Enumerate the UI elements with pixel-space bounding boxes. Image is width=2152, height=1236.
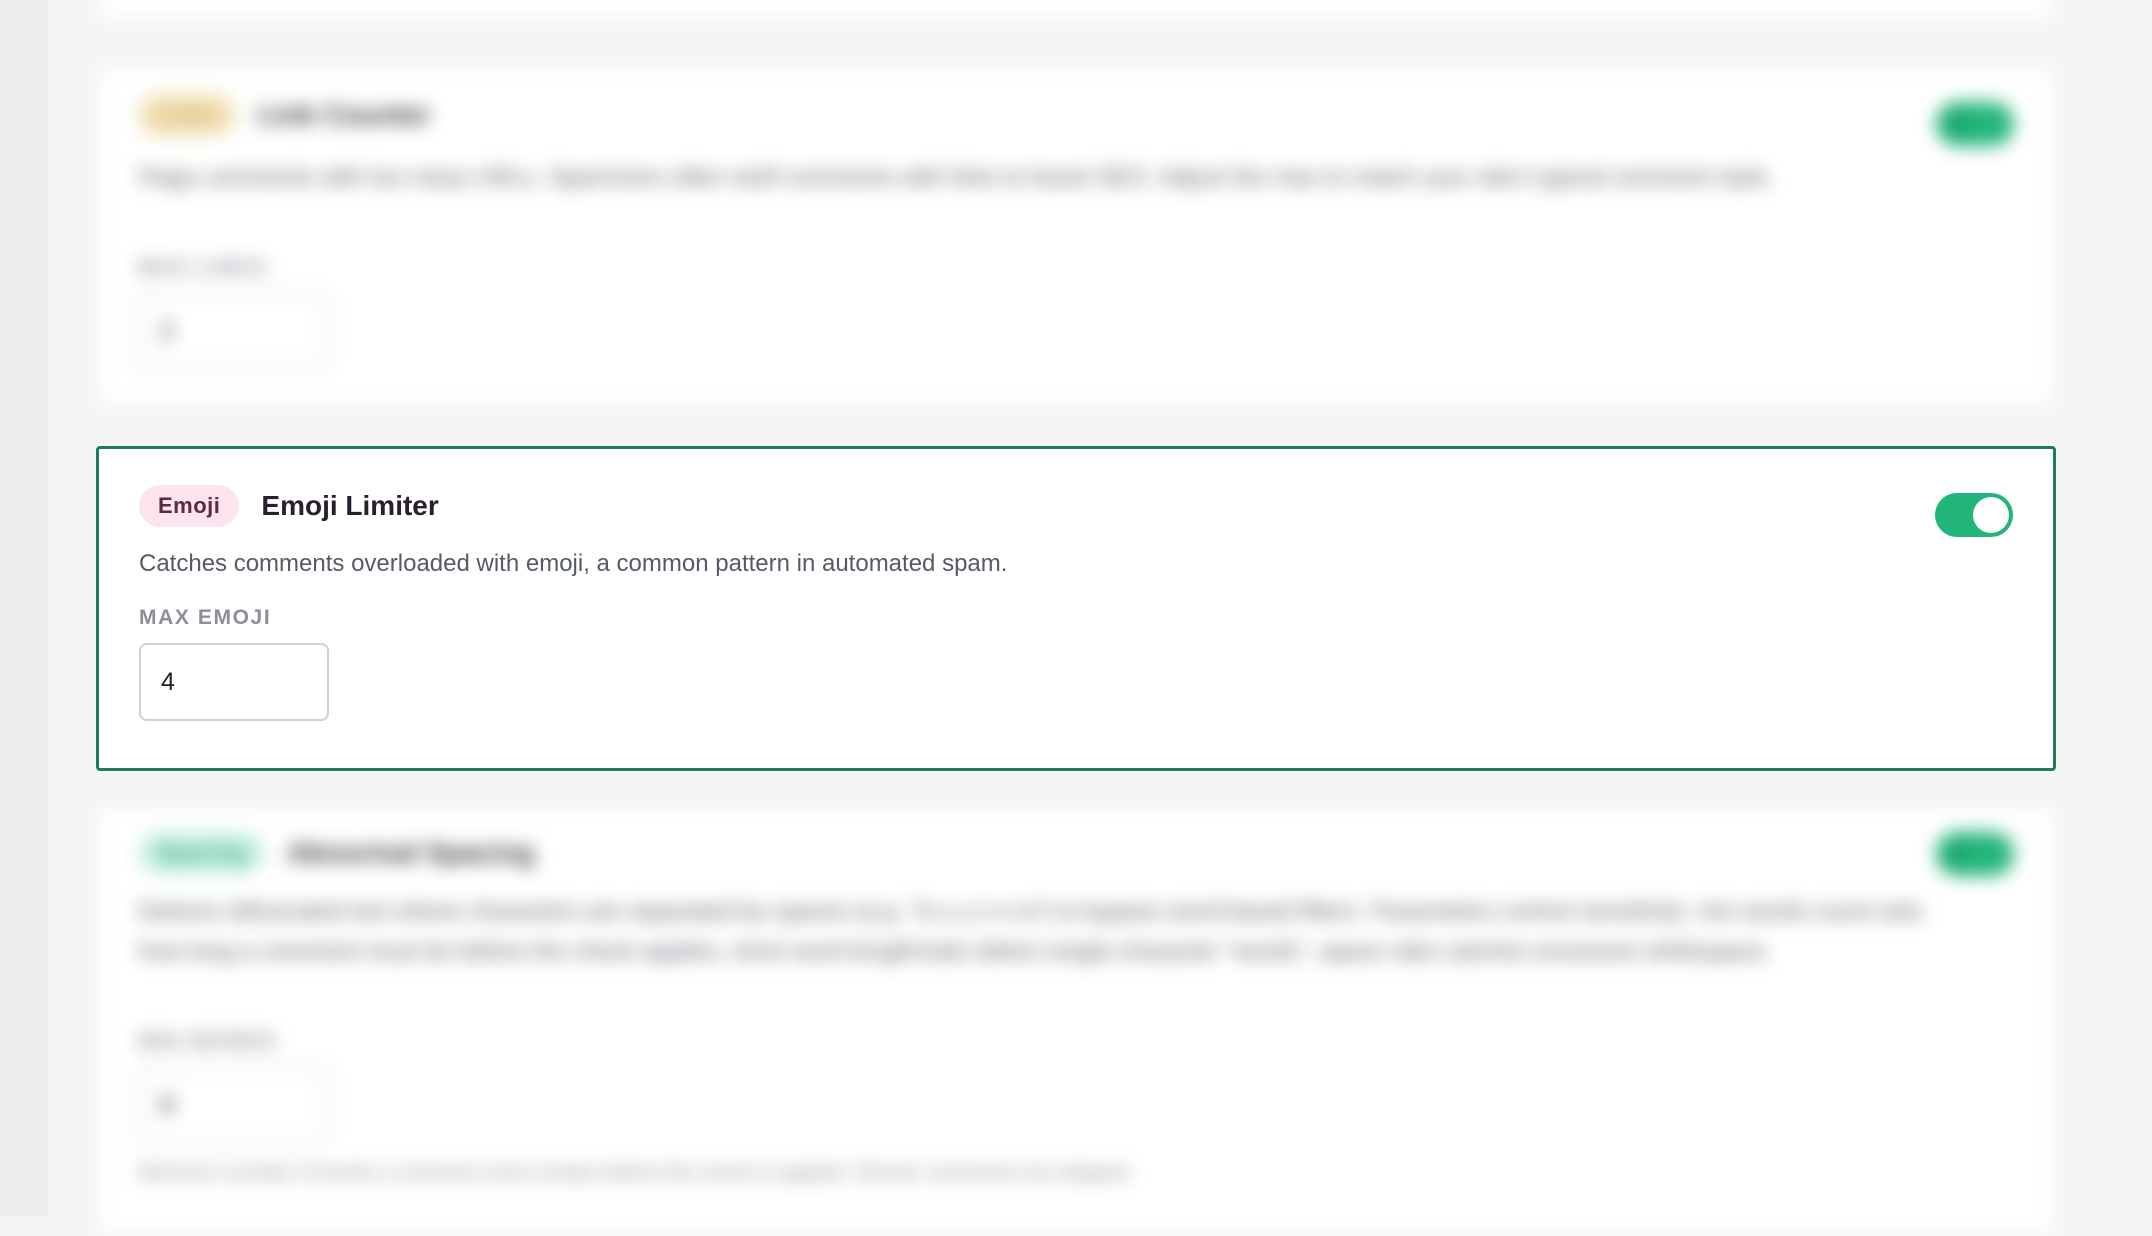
rule-header: Spacing Abnormal Spacing	[138, 832, 534, 874]
rule-header: Emoji Emoji Limiter	[139, 485, 439, 527]
rule-card-link-counter: Links Link Counter Flags comments with t…	[96, 66, 2056, 406]
field-label: MAX LINKS	[138, 256, 268, 279]
field-hint: Minimum number of words a comment must c…	[138, 1162, 1133, 1184]
max-emoji-input[interactable]	[139, 643, 329, 721]
rule-enabled-toggle[interactable]	[1936, 832, 2014, 876]
rule-enabled-toggle[interactable]	[1935, 493, 2013, 537]
field-label: MIN WORDS	[138, 1030, 278, 1053]
rule-title: Link Counter	[257, 99, 431, 130]
toggle-knob	[1946, 111, 1966, 137]
field-label: MAX EMOJI	[139, 606, 272, 629]
left-rail	[0, 0, 48, 1216]
rule-enabled-toggle[interactable]	[1936, 102, 2014, 146]
rule-description: Catches comments overloaded with emoji, …	[139, 550, 1008, 577]
toggle-knob	[1946, 841, 1966, 867]
rule-badge: Emoji	[139, 485, 240, 527]
rule-description: Detects obfuscated text where characters…	[138, 898, 1923, 965]
rule-title: Emoji Limiter	[261, 490, 439, 521]
rule-description: Flags comments with too many URLs. Spamm…	[138, 164, 1774, 191]
rule-badge: Spacing	[138, 832, 266, 874]
max-links-input[interactable]	[138, 292, 328, 370]
rule-badge: Links	[138, 94, 236, 136]
rule-header: Links Link Counter	[138, 94, 431, 136]
min-words-input[interactable]	[138, 1066, 328, 1144]
previous-card	[96, 0, 2056, 20]
toggle-knob	[1973, 497, 2009, 533]
rule-card-abnormal-spacing: Spacing Abnormal Spacing Detects obfusca…	[96, 806, 2056, 1236]
rule-card-emoji-limiter: Emoji Emoji Limiter Catches comments ove…	[96, 446, 2056, 771]
rule-title: Abnormal Spacing	[287, 837, 535, 868]
